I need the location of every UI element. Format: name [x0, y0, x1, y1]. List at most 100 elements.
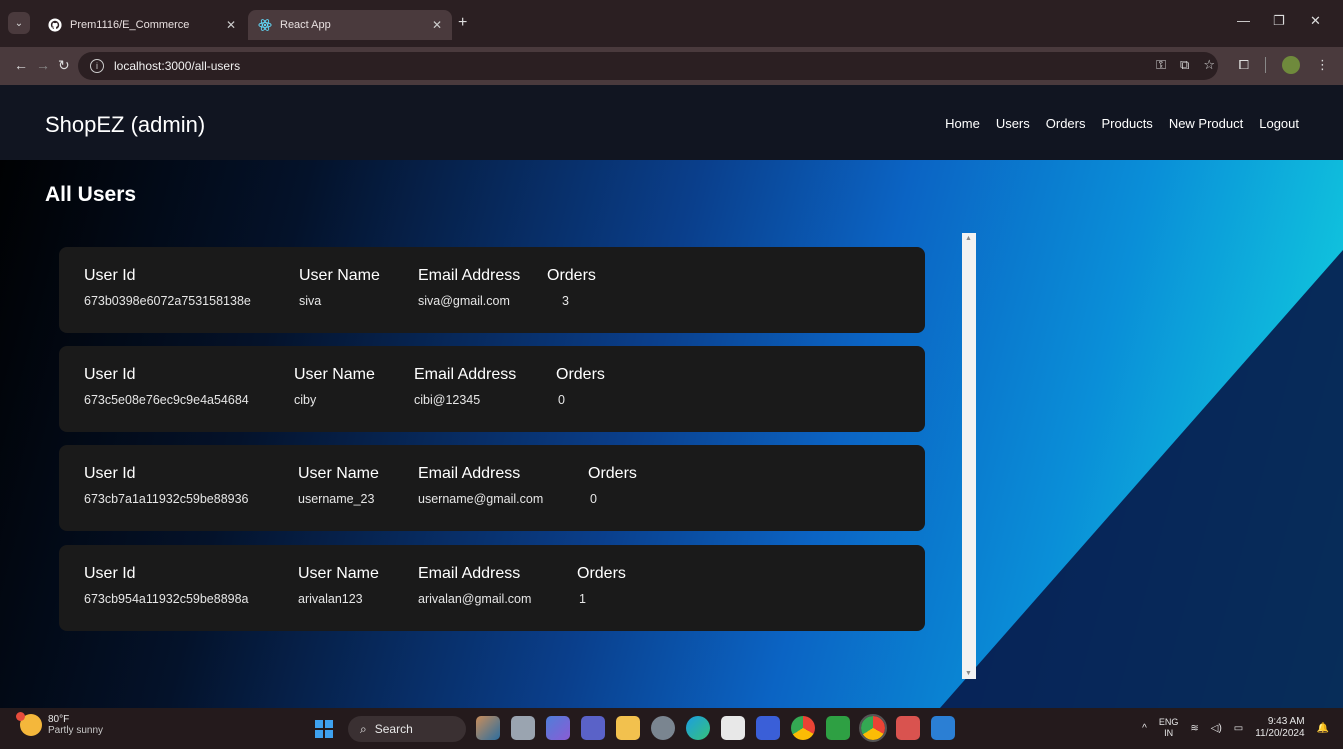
close-window-icon[interactable]: ✕ [1310, 13, 1321, 29]
user-name-column: User Name siva [299, 267, 380, 308]
nav-link-users[interactable]: Users [996, 116, 1030, 131]
scroll-up-arrow-icon[interactable]: ▲ [965, 235, 972, 242]
windows-start-icon[interactable] [315, 720, 333, 738]
nav-link-home[interactable]: Home [945, 116, 980, 131]
browser-toolbar: ← → ↻ i localhost:3000/all-users ⚿ ⧉ ☆ ⧠… [0, 47, 1343, 85]
user-name-header: User Name [299, 267, 380, 284]
user-id-header: User Id [84, 267, 136, 284]
task-view-icon[interactable] [511, 716, 535, 740]
install-app-icon[interactable]: ⧉ [1180, 57, 1189, 73]
orders-header: Orders [588, 465, 637, 482]
list-scrollbar[interactable]: ▲ ▼ [962, 233, 976, 679]
system-tray: ^ ENG IN ≋ ◁) ▭ 9:43 AM 11/20/2024 🔔 [1142, 716, 1329, 740]
clock-date: 11/20/2024 [1255, 728, 1305, 739]
scroll-down-arrow-icon[interactable]: ▼ [965, 670, 972, 677]
site-info-icon[interactable]: i [90, 59, 104, 73]
orders-value: 3 [562, 294, 569, 308]
github-icon [48, 18, 62, 32]
email-value: arivalan@gmail.com [418, 592, 532, 606]
tab-title: React App [280, 19, 331, 31]
forward-arrow-icon[interactable]: → [36, 57, 50, 73]
user-card: User Id 673b0398e6072a753158138e User Na… [59, 247, 925, 333]
user-name-value: arivalan123 [298, 592, 363, 606]
user-name-header: User Name [294, 366, 375, 383]
orders-column: Orders 1 [577, 565, 626, 606]
new-tab-button[interactable]: + [458, 14, 467, 32]
email-header: Email Address [418, 267, 521, 284]
editor-app-icon[interactable] [756, 716, 780, 740]
password-key-icon[interactable]: ⚿ [1156, 57, 1166, 73]
email-column: Email Address siva@gmail.com [418, 267, 520, 308]
wifi-icon[interactable]: ≋ [1190, 723, 1198, 734]
bookmark-star-icon[interactable]: ☆ [1203, 57, 1215, 73]
settings-gear-icon[interactable] [651, 716, 675, 740]
search-icon: ⌕ [360, 721, 367, 736]
user-card: User Id 673cb7a1a11932c59be88936 User Na… [59, 445, 925, 531]
file-explorer-icon[interactable] [616, 716, 640, 740]
user-id-value: 673cb954a11932c59be8898a [84, 592, 249, 606]
widgets-app-icon[interactable] [476, 716, 500, 740]
email-header: Email Address [418, 465, 521, 482]
battery-icon[interactable]: ▭ [1234, 723, 1243, 734]
user-id-column: User Id 673cb7a1a11932c59be88936 [84, 465, 249, 506]
tray-chevron-up-icon[interactable]: ^ [1142, 723, 1147, 734]
email-column: Email Address arivalan@gmail.com [418, 565, 531, 606]
vscode-app-icon[interactable] [931, 716, 955, 740]
address-bar[interactable]: i localhost:3000/all-users [78, 52, 1218, 80]
browser-tab-react-app[interactable]: React App ✕ [248, 10, 452, 40]
copilot-app-icon[interactable] [546, 716, 570, 740]
user-id-value: 673c5e08e76ec9c9e4a54684 [84, 393, 249, 407]
restore-icon[interactable]: ❐ [1273, 13, 1285, 29]
tab-title: Prem1116/E_Commerce [70, 19, 190, 31]
user-name-header: User Name [298, 565, 379, 582]
close-tab-icon[interactable]: ✕ [226, 18, 236, 32]
user-id-column: User Id 673cb954a11932c59be8898a [84, 565, 249, 606]
url-text: localhost:3000/all-users [114, 59, 241, 73]
orders-header: Orders [577, 565, 626, 582]
nav-link-products[interactable]: Products [1102, 116, 1153, 131]
orders-column: Orders 3 [547, 267, 596, 308]
email-value: username@gmail.com [418, 492, 544, 506]
weather-desc: Partly sunny [48, 725, 104, 736]
edge-browser-icon[interactable] [686, 716, 710, 740]
profile-avatar-icon[interactable] [1282, 56, 1300, 74]
nav-link-logout[interactable]: Logout [1259, 116, 1299, 131]
minimize-icon[interactable]: — [1237, 13, 1250, 28]
user-id-column: User Id 673b0398e6072a753158138e [84, 267, 251, 308]
chrome-active-icon[interactable] [859, 714, 887, 742]
wps-office-icon[interactable] [896, 716, 920, 740]
weather-widget[interactable]: 80°F Partly sunny [16, 712, 104, 736]
nav-link-new-product[interactable]: New Product [1169, 116, 1243, 131]
email-value: siva@gmail.com [418, 294, 510, 308]
user-id-column: User Id 673c5e08e76ec9c9e4a54684 [84, 366, 249, 407]
tab-search-dropdown-icon[interactable]: ⌄ [8, 12, 30, 34]
user-id-value: 673b0398e6072a753158138e [84, 294, 251, 308]
browser-tab-github[interactable]: Prem1116/E_Commerce ✕ [38, 10, 246, 40]
brand-logo[interactable]: ShopEZ (admin) [45, 112, 205, 138]
back-arrow-icon[interactable]: ← [14, 57, 28, 73]
xbox-app-icon[interactable] [826, 716, 850, 740]
nav-links: Home Users Orders Products New Product L… [945, 116, 1299, 131]
reload-icon[interactable]: ↻ [58, 57, 70, 74]
page-title: All Users [45, 183, 137, 206]
nav-link-orders[interactable]: Orders [1046, 116, 1086, 131]
region-code: IN [1164, 728, 1174, 738]
email-header: Email Address [414, 366, 517, 383]
taskbar-search[interactable]: ⌕ Search [348, 716, 466, 742]
calendar-app-icon[interactable] [721, 716, 745, 740]
orders-header: Orders [547, 267, 596, 284]
close-tab-icon[interactable]: ✕ [432, 18, 442, 32]
orders-value: 0 [558, 393, 565, 407]
email-value: cibi@12345 [414, 393, 481, 407]
extensions-puzzle-icon[interactable]: ⧠ [1239, 57, 1249, 73]
email-column: Email Address cibi@12345 [414, 366, 516, 407]
volume-icon[interactable]: ◁) [1211, 723, 1222, 734]
taskbar-clock[interactable]: 9:43 AM 11/20/2024 [1255, 716, 1304, 740]
app-navbar: ShopEZ (admin) Home Users Orders Product… [0, 85, 1343, 160]
browser-menu-icon[interactable]: ⋮ [1316, 57, 1329, 73]
notification-bell-icon[interactable]: 🔔 [1317, 723, 1329, 734]
teams-app-icon[interactable] [581, 716, 605, 740]
chrome-browser-icon[interactable] [791, 716, 815, 740]
language-indicator[interactable]: ENG IN [1159, 717, 1179, 739]
language-code: ENG [1158, 717, 1179, 727]
